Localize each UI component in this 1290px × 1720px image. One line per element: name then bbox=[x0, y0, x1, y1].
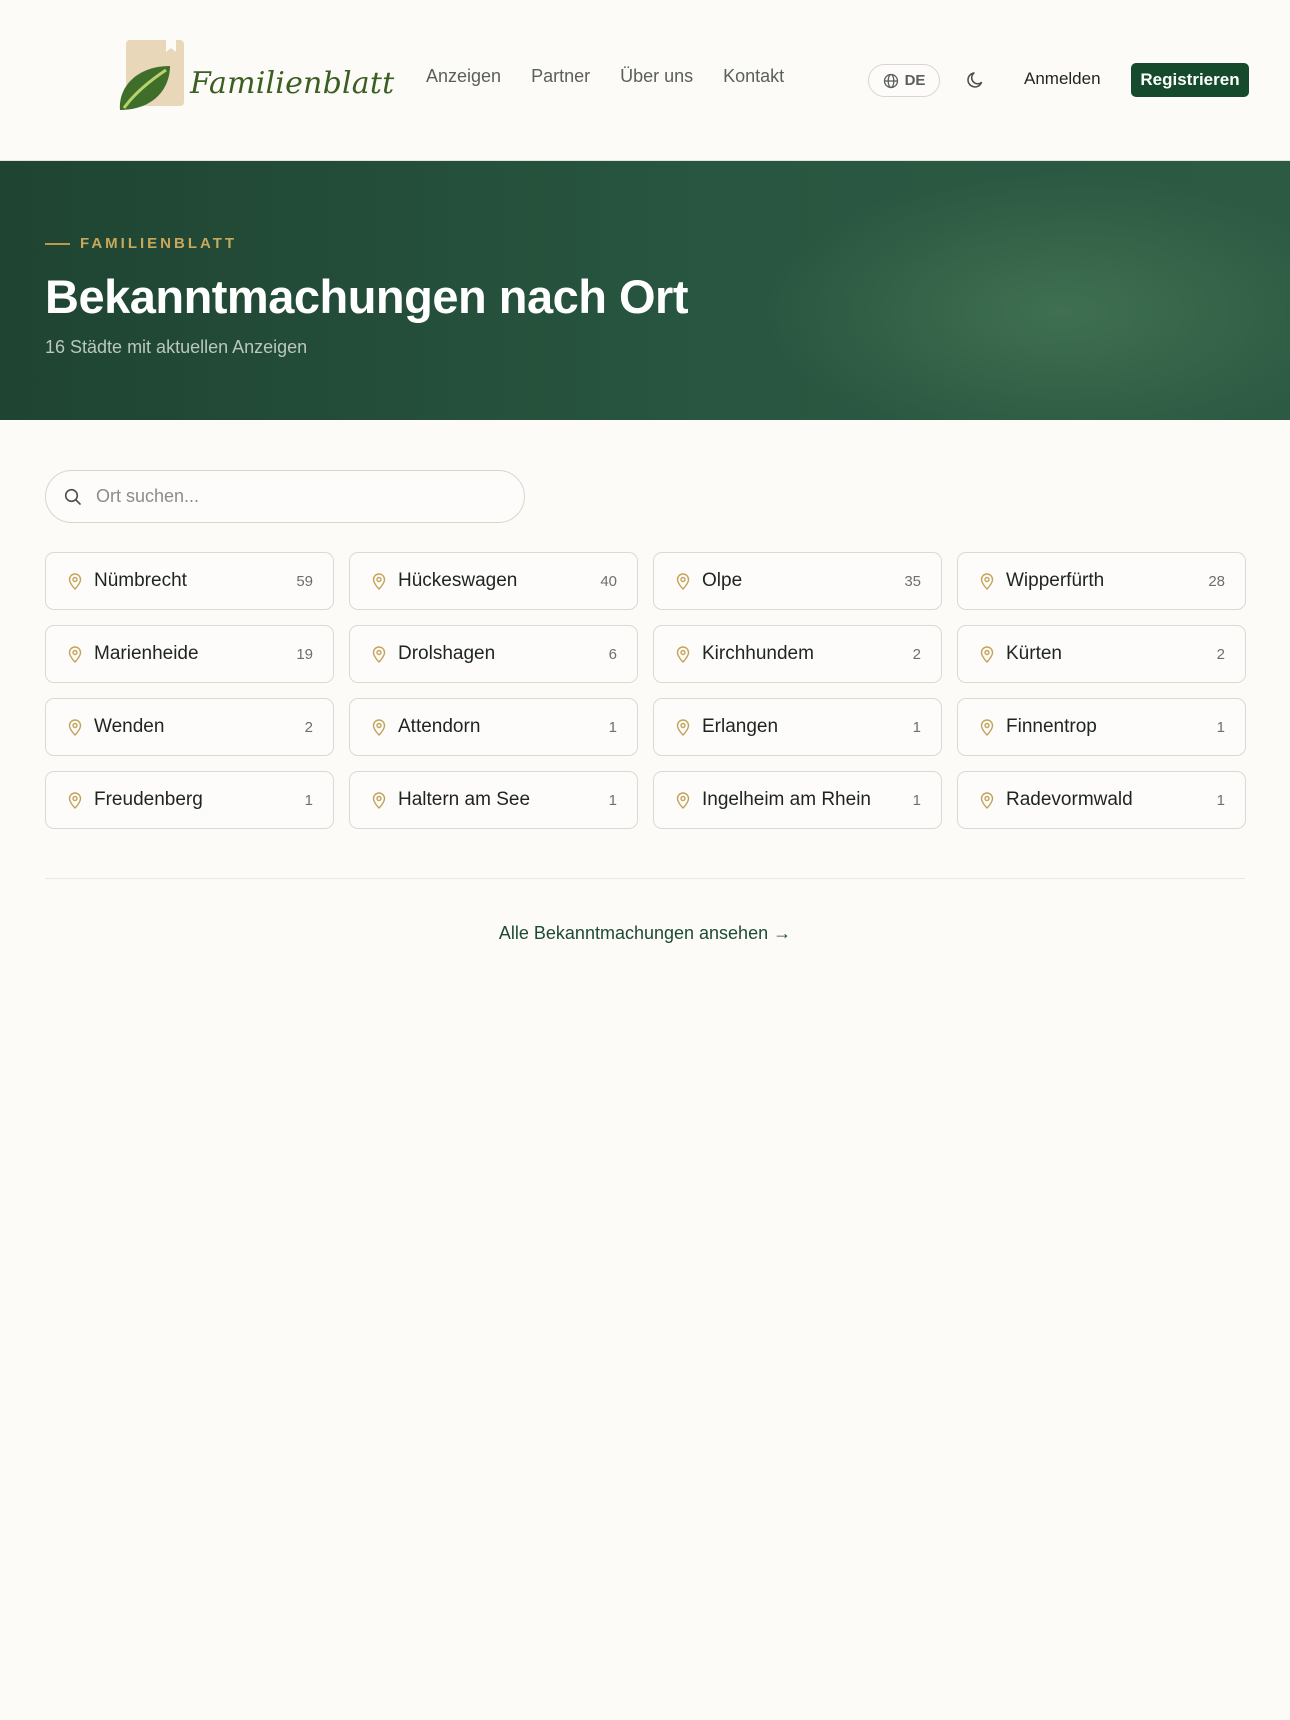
map-pin-icon bbox=[68, 791, 82, 809]
city-name: Finnentrop bbox=[1006, 716, 1097, 737]
city-card[interactable]: Drolshagen 6 bbox=[349, 625, 638, 683]
city-count: 1 bbox=[1216, 718, 1225, 736]
map-pin-icon bbox=[68, 645, 82, 663]
city-name: Attendorn bbox=[398, 716, 481, 737]
page-title: Bekanntmachungen nach Ort bbox=[45, 270, 689, 323]
city-name: Drolshagen bbox=[398, 643, 496, 664]
map-pin-icon bbox=[372, 572, 386, 590]
register-button[interactable]: Registrieren bbox=[1131, 63, 1249, 97]
search-icon bbox=[64, 488, 81, 505]
eyebrow-line bbox=[45, 242, 70, 245]
city-card[interactable]: Kirchhundem 2 bbox=[653, 625, 942, 683]
city-count: 35 bbox=[904, 572, 921, 590]
nav-anzeigen[interactable]: Anzeigen bbox=[426, 66, 501, 87]
map-pin-icon bbox=[676, 645, 690, 663]
map-pin-icon bbox=[68, 572, 82, 590]
search-input[interactable] bbox=[96, 486, 476, 507]
city-card[interactable]: Wenden 2 bbox=[45, 698, 334, 756]
city-name: Haltern am See bbox=[398, 789, 531, 810]
city-count: 2 bbox=[1216, 645, 1225, 663]
hero-eyebrow: FAMILIENBLATT bbox=[45, 235, 237, 252]
city-name: Nümbrecht bbox=[94, 570, 187, 591]
city-card[interactable]: Finnentrop 1 bbox=[957, 698, 1246, 756]
city-name: Kirchhundem bbox=[702, 643, 814, 664]
city-count: 59 bbox=[296, 572, 313, 590]
map-pin-icon bbox=[372, 718, 386, 736]
city-count: 1 bbox=[608, 718, 617, 736]
city-card[interactable]: Erlangen 1 bbox=[653, 698, 942, 756]
city-count: 6 bbox=[608, 645, 617, 663]
city-count: 2 bbox=[912, 645, 921, 663]
city-card[interactable]: Hückeswagen 40 bbox=[349, 552, 638, 610]
city-name: Olpe bbox=[702, 570, 743, 591]
map-pin-icon bbox=[676, 791, 690, 809]
city-card[interactable]: Haltern am See 1 bbox=[349, 771, 638, 829]
city-name: Erlangen bbox=[702, 716, 779, 737]
language-switcher[interactable]: DE bbox=[868, 64, 940, 97]
city-count: 1 bbox=[304, 791, 313, 809]
logo-text: Familienblatt bbox=[190, 65, 395, 101]
main-nav: Anzeigen Partner Über uns Kontakt bbox=[426, 66, 784, 87]
map-pin-icon bbox=[676, 718, 690, 736]
city-name: Marienheide bbox=[94, 643, 199, 664]
login-button[interactable]: Anmelden bbox=[1024, 69, 1101, 89]
hero-banner: FAMILIENBLATT Bekanntmachungen nach Ort … bbox=[0, 161, 1290, 420]
site-logo[interactable]: Familienblatt bbox=[118, 38, 394, 114]
map-pin-icon bbox=[980, 791, 994, 809]
city-card[interactable]: Attendorn 1 bbox=[349, 698, 638, 756]
eyebrow-text: FAMILIENBLATT bbox=[80, 235, 238, 252]
city-name: Ingelheim am Rhein bbox=[702, 789, 871, 810]
moon-icon bbox=[967, 72, 983, 88]
city-name: Radevormwald bbox=[1006, 789, 1133, 810]
city-name: Wipperfürth bbox=[1006, 570, 1105, 591]
page-subtitle: 16 Städte mit aktuellen Anzeigen bbox=[45, 337, 308, 357]
city-count: 1 bbox=[912, 791, 921, 809]
logo-leaf-icon bbox=[119, 40, 184, 110]
city-name: Freudenberg bbox=[94, 789, 203, 810]
nav-partner[interactable]: Partner bbox=[531, 66, 590, 87]
city-name: Wenden bbox=[94, 716, 165, 737]
city-card[interactable]: Radevormwald 1 bbox=[957, 771, 1246, 829]
map-pin-icon bbox=[980, 718, 994, 736]
city-card[interactable]: Kürten 2 bbox=[957, 625, 1246, 683]
city-name: Hückeswagen bbox=[398, 570, 518, 591]
nav-ueber-uns[interactable]: Über uns bbox=[620, 66, 693, 87]
city-search[interactable] bbox=[45, 470, 525, 523]
city-name: Kürten bbox=[1006, 643, 1062, 664]
city-card[interactable]: Olpe 35 bbox=[653, 552, 942, 610]
city-card[interactable]: Wipperfürth 28 bbox=[957, 552, 1246, 610]
language-label: DE bbox=[904, 72, 926, 89]
city-card[interactable]: Freudenberg 1 bbox=[45, 771, 334, 829]
city-count: 1 bbox=[608, 791, 617, 809]
city-grid: Nümbrecht 59 Hückeswagen 40 Olpe 35 Wipperf… bbox=[45, 552, 1246, 829]
city-count: 19 bbox=[296, 645, 313, 663]
theme-toggle[interactable] bbox=[962, 66, 990, 94]
map-pin-icon bbox=[676, 572, 690, 590]
city-count: 28 bbox=[1208, 572, 1225, 590]
map-pin-icon bbox=[372, 645, 386, 663]
site-header: Familienblatt Anzeigen Partner Über uns … bbox=[0, 0, 1290, 161]
city-count: 40 bbox=[600, 572, 617, 590]
city-card[interactable]: Marienheide 19 bbox=[45, 625, 334, 683]
all-announcements-link[interactable]: Alle Bekanntmachungen ansehen → bbox=[0, 923, 1290, 944]
nav-kontakt[interactable]: Kontakt bbox=[723, 66, 784, 87]
map-pin-icon bbox=[372, 791, 386, 809]
city-count: 1 bbox=[1216, 791, 1225, 809]
city-card[interactable]: Nümbrecht 59 bbox=[45, 552, 334, 610]
city-card[interactable]: Ingelheim am Rhein 1 bbox=[653, 771, 942, 829]
map-pin-icon bbox=[980, 645, 994, 663]
map-pin-icon bbox=[68, 718, 82, 736]
section-divider bbox=[45, 878, 1245, 879]
city-count: 1 bbox=[912, 718, 921, 736]
map-pin-icon bbox=[980, 572, 994, 590]
globe-icon bbox=[883, 73, 898, 88]
city-count: 2 bbox=[304, 718, 313, 736]
